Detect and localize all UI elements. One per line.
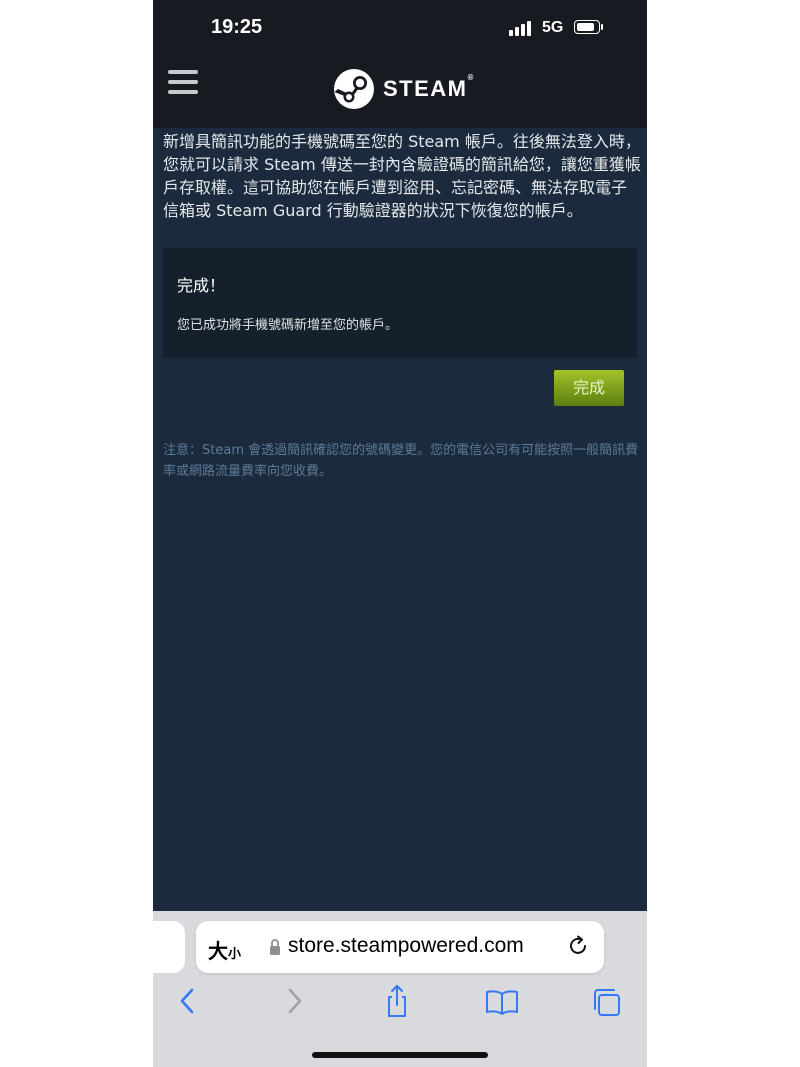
panel-message: 您已成功將手機號碼新增至您的帳戶。 bbox=[177, 318, 399, 333]
battery-icon bbox=[574, 20, 604, 36]
back-icon[interactable] bbox=[173, 983, 203, 1019]
text-size-button[interactable]: 大小 bbox=[208, 935, 241, 964]
steam-logo-icon bbox=[334, 69, 374, 109]
status-bar: 19:25 5G bbox=[153, 0, 647, 56]
intro-text: 新增具簡訊功能的手機號碼至您的 Steam 帳戶。往後無法登入時，您就可以請求 … bbox=[163, 132, 641, 220]
safari-toolbar bbox=[153, 983, 647, 1023]
steam-logo[interactable]: STEAM® bbox=[333, 68, 475, 110]
home-indicator bbox=[312, 1052, 488, 1058]
share-icon[interactable] bbox=[382, 983, 412, 1019]
reload-icon[interactable] bbox=[566, 934, 590, 958]
network-type: 5G bbox=[542, 19, 564, 36]
steam-header: STEAM® bbox=[153, 56, 647, 128]
done-button[interactable]: 完成 bbox=[554, 370, 624, 406]
cellular-signal-icon bbox=[509, 20, 535, 36]
previous-tab-preview[interactable] bbox=[153, 921, 185, 973]
status-time: 19:25 bbox=[211, 16, 263, 38]
safari-bottom-bar: 大小 store.steampowered.com bbox=[153, 911, 647, 1067]
tabs-icon[interactable] bbox=[590, 983, 624, 1019]
success-panel: 完成！ 您已成功將手機號碼新增至您的帳戶。 bbox=[163, 248, 637, 358]
steam-wordmark: STEAM® bbox=[383, 72, 475, 101]
phone-screen: 19:25 5G STEAM® 新增具簡訊功能的手機號碼至您的 Steam 帳戶… bbox=[153, 0, 647, 1067]
forward-icon[interactable] bbox=[279, 983, 309, 1019]
lock-icon bbox=[270, 939, 280, 955]
url-text: store.steampowered.com bbox=[288, 934, 524, 957]
panel-title: 完成！ bbox=[177, 276, 226, 295]
carrier-note: 注意：Steam 會透過簡訊確認您的號碼變更。您的電信公司有可能按照一般簡訊費率… bbox=[163, 443, 639, 479]
address-bar[interactable]: 大小 store.steampowered.com bbox=[196, 921, 604, 973]
menu-icon[interactable] bbox=[168, 70, 198, 94]
bookmarks-icon[interactable] bbox=[484, 983, 520, 1019]
